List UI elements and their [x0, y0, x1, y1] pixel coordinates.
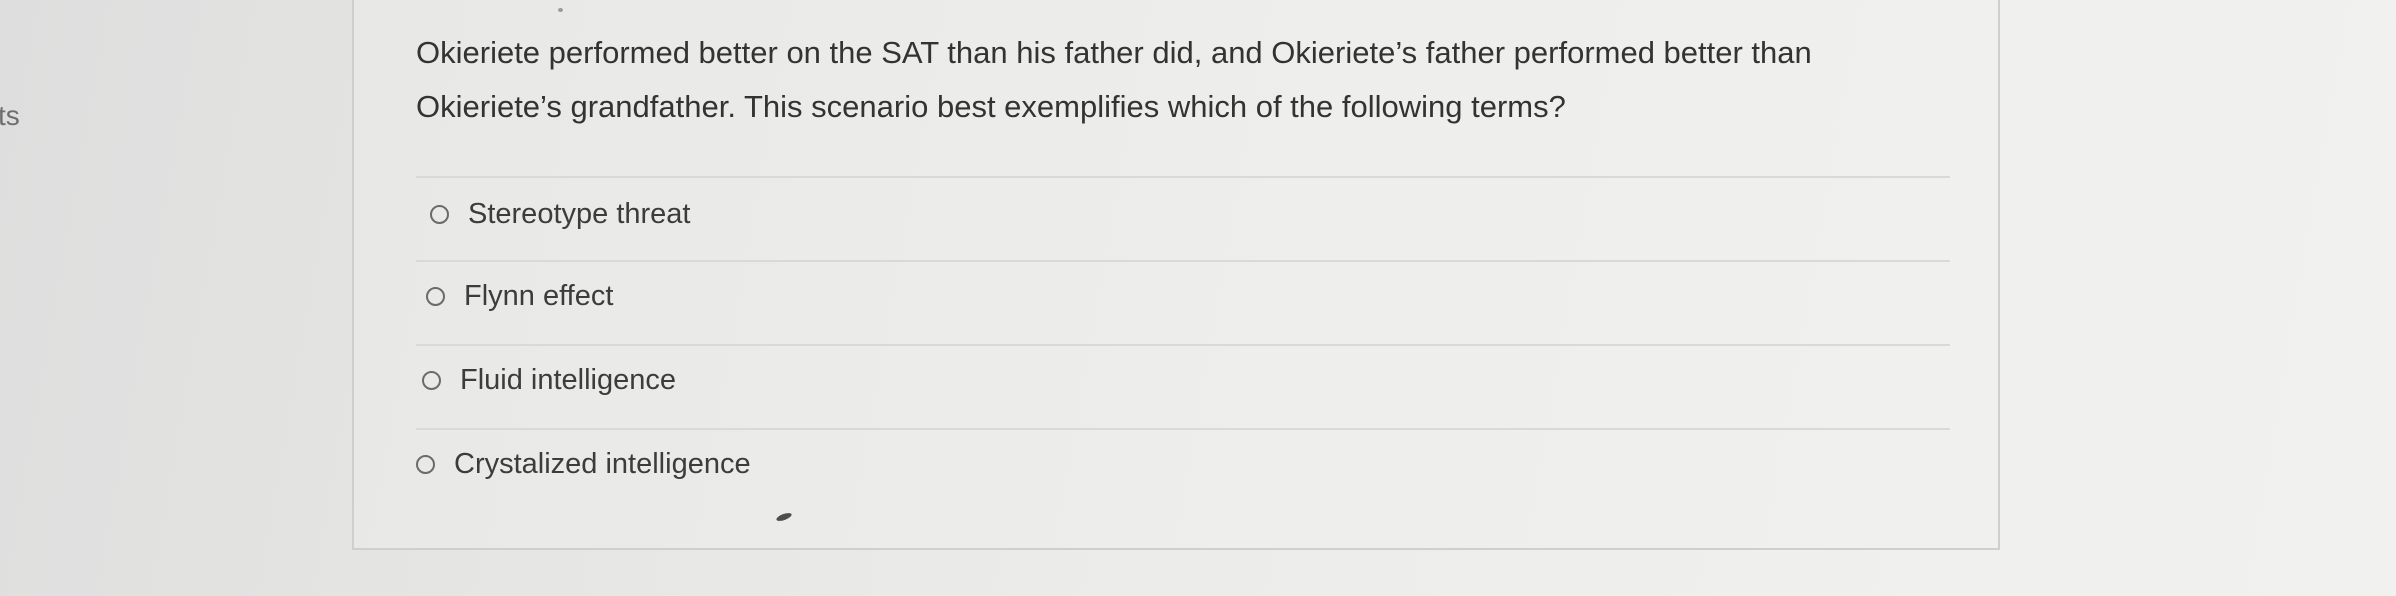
question-card: Okieriete performed better on the SAT th… [352, 0, 2000, 550]
radio-button[interactable] [422, 370, 441, 390]
divider [416, 428, 1950, 430]
divider [416, 260, 1950, 262]
radio-button[interactable] [416, 454, 435, 474]
answer-option-fluid-intelligence[interactable]: Fluid intelligence [422, 360, 676, 400]
answer-option-crystalized-intelligence[interactable]: Crystalized intelligence [416, 444, 751, 484]
option-label: Flynn effect [464, 279, 614, 312]
divider [416, 344, 1950, 346]
radio-button[interactable] [426, 286, 445, 306]
option-label: Crystalized intelligence [454, 447, 751, 480]
radio-button[interactable] [430, 204, 449, 224]
answer-option-stereotype-threat[interactable]: Stereotype threat [430, 194, 690, 234]
divider [416, 176, 1950, 178]
sidebar-partial-label: ts [0, 100, 20, 131]
question-text: Okieriete performed better on the SAT th… [416, 35, 1812, 124]
answer-option-flynn-effect[interactable]: Flynn effect [426, 276, 613, 316]
screen-smudge [558, 8, 563, 12]
option-label: Fluid intelligence [460, 363, 677, 396]
option-label: Stereotype threat [468, 197, 691, 230]
